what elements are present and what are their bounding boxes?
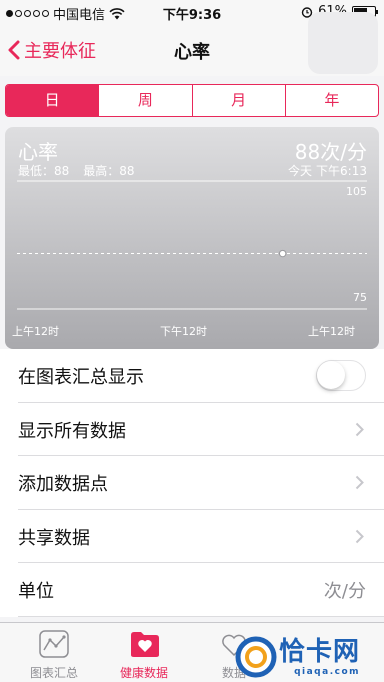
latest-value: 88次/分	[295, 136, 367, 165]
max-label: 最高：88	[83, 164, 135, 178]
unit-row[interactable]: 单位 次/分	[18, 563, 384, 617]
show-all-data-row[interactable]: 显示所有数据	[18, 403, 384, 456]
chart-title: 心率	[18, 140, 58, 164]
latest-value-unit: 次/分	[320, 140, 367, 164]
share-data-label: 共享数据	[18, 527, 90, 549]
show-all-data-label: 显示所有数据	[18, 420, 126, 442]
health-folder-icon	[131, 632, 159, 657]
x-tick-end: 上午12时	[308, 325, 355, 338]
latest-time: 下午6:13	[316, 164, 367, 178]
ghost-overlay	[308, 12, 378, 74]
x-tick-middle: 下午12时	[160, 325, 207, 338]
show-in-dashboard-toggle[interactable]	[316, 360, 366, 391]
x-tick-start: 上午12时	[12, 325, 59, 338]
watermark-emblem-icon	[235, 636, 277, 678]
watermark-logo: 恰卡网 qiaqa.com	[235, 636, 360, 678]
chevron-right-icon	[355, 475, 364, 490]
watermark-text: 恰卡网	[279, 637, 361, 667]
tab-dashboard-label: 图表汇总	[29, 666, 78, 680]
add-data-point-label: 添加数据点	[18, 474, 108, 495]
chevron-right-icon	[355, 529, 364, 543]
tab-health-data[interactable]: 健康数据	[96, 623, 192, 682]
tab-dashboard[interactable]: 图表汇总	[6, 623, 102, 682]
min-max-summary: 最低：88 最高：88	[18, 162, 135, 179]
segment-week[interactable]: 周	[98, 85, 191, 116]
navigation-bar: 主要体征 心率	[0, 12, 384, 76]
unit-value: 次/分	[323, 581, 366, 602]
latest-timestamp: 今天 下午6:13	[288, 162, 367, 179]
data-point	[278, 249, 287, 258]
show-in-dashboard-row: 在图表汇总显示	[18, 349, 384, 403]
segment-year[interactable]: 年	[284, 85, 378, 116]
settings-list: 在图表汇总显示 显示所有数据 添加数据点 共享数据 单位 次/分	[0, 349, 384, 617]
chart-icon	[39, 630, 69, 658]
share-data-row[interactable]: 共享数据	[18, 510, 384, 563]
y-tick-min: 75	[353, 291, 367, 304]
latest-date: 今天	[288, 164, 313, 178]
watermark-url: qiaqa.com	[294, 667, 361, 677]
latest-value-number: 88	[294, 140, 321, 164]
segment-month[interactable]: 月	[191, 85, 285, 116]
chevron-right-icon	[355, 422, 364, 436]
segment-day[interactable]: 日	[6, 85, 99, 116]
min-label: 最低：88	[18, 164, 70, 178]
show-in-dashboard-label: 在图表汇总显示	[18, 367, 144, 388]
heart-rate-chart-card[interactable]: 心率 最低：88 最高：88 88次/分 今天 下午6:13 105 75 上午…	[5, 127, 379, 349]
unit-label: 单位	[18, 581, 54, 602]
time-range-segmented-control: 日 周 月 年	[5, 84, 379, 117]
y-tick-max: 105	[346, 185, 367, 198]
tab-health-data-label: 健康数据	[119, 666, 168, 680]
add-data-point-row[interactable]: 添加数据点	[18, 456, 384, 510]
toggle-knob	[317, 361, 345, 389]
